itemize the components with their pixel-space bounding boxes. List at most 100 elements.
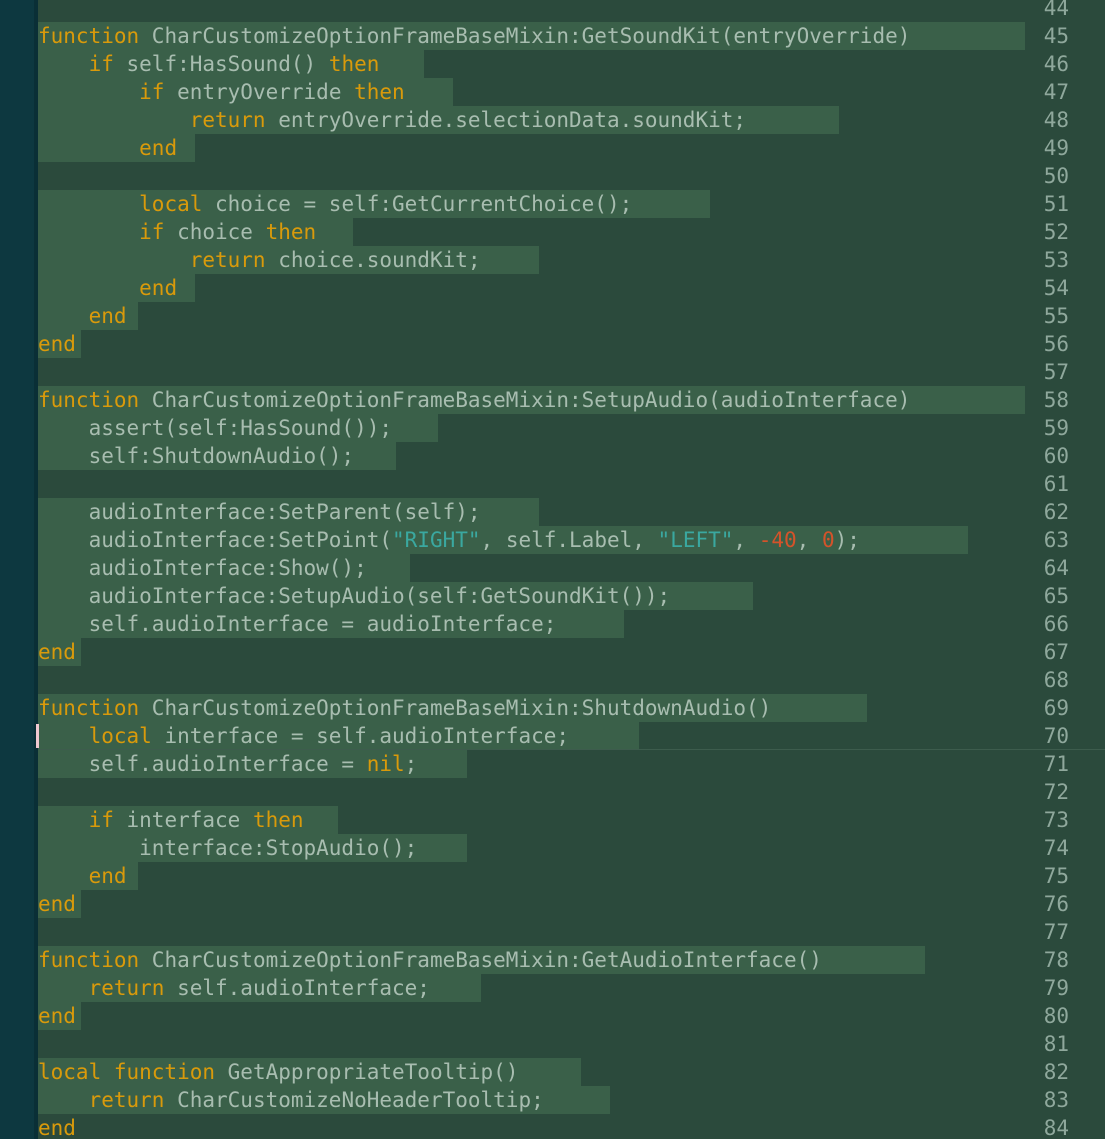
line-number[interactable]: 49	[1029, 134, 1069, 162]
code-line[interactable]: function CharCustomizeOptionFrameBaseMix…	[38, 22, 910, 50]
code-token-id: interface = self.audioInterface;	[151, 724, 570, 748]
code-line[interactable]: audioInterface:Show();	[38, 554, 367, 582]
code-line[interactable]: end	[38, 330, 76, 358]
code-line[interactable]: end	[38, 862, 127, 890]
line-number[interactable]: 55	[1029, 302, 1069, 330]
line-number[interactable]: 46	[1029, 50, 1069, 78]
line-number[interactable]: 58	[1029, 386, 1069, 414]
code-line[interactable]: local choice = self:GetCurrentChoice();	[38, 190, 632, 218]
code-line[interactable]: function CharCustomizeOptionFrameBaseMix…	[38, 694, 771, 722]
code-line[interactable]: local interface = self.audioInterface;	[38, 722, 569, 750]
code-token-num: -40	[758, 528, 797, 552]
code-token-id: CharCustomizeNoHeaderTooltip;	[164, 1088, 544, 1112]
line-number[interactable]: 50	[1029, 162, 1069, 190]
code-token-kw: then	[265, 220, 317, 244]
line-number[interactable]: 74	[1029, 834, 1069, 862]
line-number[interactable]: 51	[1029, 190, 1069, 218]
line-number[interactable]: 78	[1029, 946, 1069, 974]
code-token-id	[38, 192, 139, 216]
code-line[interactable]: end	[38, 274, 177, 302]
code-line[interactable]: end	[38, 134, 177, 162]
code-line[interactable]: end	[38, 1114, 76, 1139]
code-line[interactable]: return self.audioInterface;	[38, 974, 430, 1002]
line-number[interactable]: 69	[1029, 694, 1069, 722]
line-number[interactable]: 71	[1029, 750, 1069, 778]
code-token-kw: function	[38, 948, 140, 972]
code-token-id	[38, 220, 139, 244]
line-number[interactable]: 66	[1029, 610, 1069, 638]
line-number[interactable]: 47	[1029, 78, 1069, 106]
code-text-area[interactable]: function CharCustomizeOptionFrameBaseMix…	[38, 0, 1105, 1139]
code-line[interactable]: local function GetAppropriateTooltip()	[38, 1058, 518, 1086]
line-number[interactable]: 72	[1029, 778, 1069, 806]
code-token-id	[38, 1088, 89, 1112]
line-number[interactable]: 67	[1029, 638, 1069, 666]
code-token-kw: end	[38, 1004, 76, 1028]
code-line[interactable]: audioInterface:SetupAudio(self:GetSoundK…	[38, 582, 671, 610]
code-token-id: CharCustomizeOptionFrameBaseMixin:GetSou…	[139, 24, 911, 48]
code-line[interactable]: assert(self:HasSound());	[38, 414, 392, 442]
line-number[interactable]: 60	[1029, 442, 1069, 470]
code-token-id: entryOverride	[164, 80, 355, 104]
code-token-kw: then	[252, 808, 304, 832]
code-line[interactable]: end	[38, 302, 127, 330]
code-line[interactable]: if choice then	[38, 218, 316, 246]
line-number[interactable]: 84	[1029, 1114, 1069, 1139]
code-line[interactable]: if interface then	[38, 806, 304, 834]
code-line[interactable]: return entryOverride.selectionData.sound…	[38, 106, 746, 134]
line-number[interactable]: 62	[1029, 498, 1069, 526]
code-line[interactable]: interface:StopAudio();	[38, 834, 417, 862]
code-line[interactable]: function CharCustomizeOptionFrameBaseMix…	[38, 386, 910, 414]
line-number[interactable]: 54	[1029, 274, 1069, 302]
code-line[interactable]: self:ShutdownAudio();	[38, 442, 355, 470]
line-number[interactable]: 73	[1029, 806, 1069, 834]
code-line[interactable]: audioInterface:SetParent(self);	[38, 498, 481, 526]
line-number[interactable]: 53	[1029, 246, 1069, 274]
line-number[interactable]: 48	[1029, 106, 1069, 134]
line-number[interactable]: 44	[1029, 0, 1069, 22]
code-line[interactable]: return choice.soundKit;	[38, 246, 481, 274]
code-token-id: , self.Label,	[480, 528, 658, 552]
line-number[interactable]: 65	[1029, 582, 1069, 610]
line-number[interactable]: 64	[1029, 554, 1069, 582]
line-number[interactable]: 45	[1029, 22, 1069, 50]
line-number[interactable]: 80	[1029, 1002, 1069, 1030]
line-number[interactable]: 82	[1029, 1058, 1069, 1086]
line-number[interactable]: 77	[1029, 918, 1069, 946]
line-number[interactable]: 56	[1029, 330, 1069, 358]
line-number[interactable]: 76	[1029, 890, 1069, 918]
code-token-kw: function	[38, 388, 140, 412]
code-line[interactable]: end	[38, 890, 76, 918]
code-token-id	[38, 808, 89, 832]
line-number[interactable]: 61	[1029, 470, 1069, 498]
code-line[interactable]: if self:HasSound() then	[38, 50, 380, 78]
code-token-id	[38, 248, 190, 272]
code-token-id: ,	[796, 528, 822, 552]
code-line[interactable]: audioInterface:SetPoint("RIGHT", self.La…	[38, 526, 860, 554]
code-token-kw: then	[328, 52, 380, 76]
code-line[interactable]: if entryOverride then	[38, 78, 405, 106]
code-line[interactable]: end	[38, 1002, 76, 1030]
line-number[interactable]: 59	[1029, 414, 1069, 442]
code-token-kw: if	[88, 808, 114, 832]
code-line[interactable]: end	[38, 638, 76, 666]
line-number[interactable]: 70	[1029, 722, 1069, 750]
code-editor[interactable]: function CharCustomizeOptionFrameBaseMix…	[0, 0, 1105, 1139]
line-number[interactable]: 52	[1029, 218, 1069, 246]
line-number[interactable]: 75	[1029, 862, 1069, 890]
code-line[interactable]: self.audioInterface = nil;	[38, 750, 418, 778]
line-number[interactable]: 68	[1029, 666, 1069, 694]
line-number[interactable]: 79	[1029, 974, 1069, 1002]
code-token-kw: nil	[366, 752, 405, 776]
code-token-kw: return	[88, 1088, 165, 1112]
line-number[interactable]: 83	[1029, 1086, 1069, 1114]
code-token-num: 0	[821, 528, 835, 552]
line-number[interactable]: 81	[1029, 1030, 1069, 1058]
code-line[interactable]: self.audioInterface = audioInterface;	[38, 610, 557, 638]
line-number[interactable]: 57	[1029, 358, 1069, 386]
code-line[interactable]: return CharCustomizeNoHeaderTooltip;	[38, 1086, 544, 1114]
code-line[interactable]: function CharCustomizeOptionFrameBaseMix…	[38, 946, 822, 974]
code-token-id: audioInterface:SetupAudio(self:GetSoundK…	[38, 584, 671, 608]
line-number-gutter[interactable]	[0, 0, 34, 1139]
line-number[interactable]: 63	[1029, 526, 1069, 554]
